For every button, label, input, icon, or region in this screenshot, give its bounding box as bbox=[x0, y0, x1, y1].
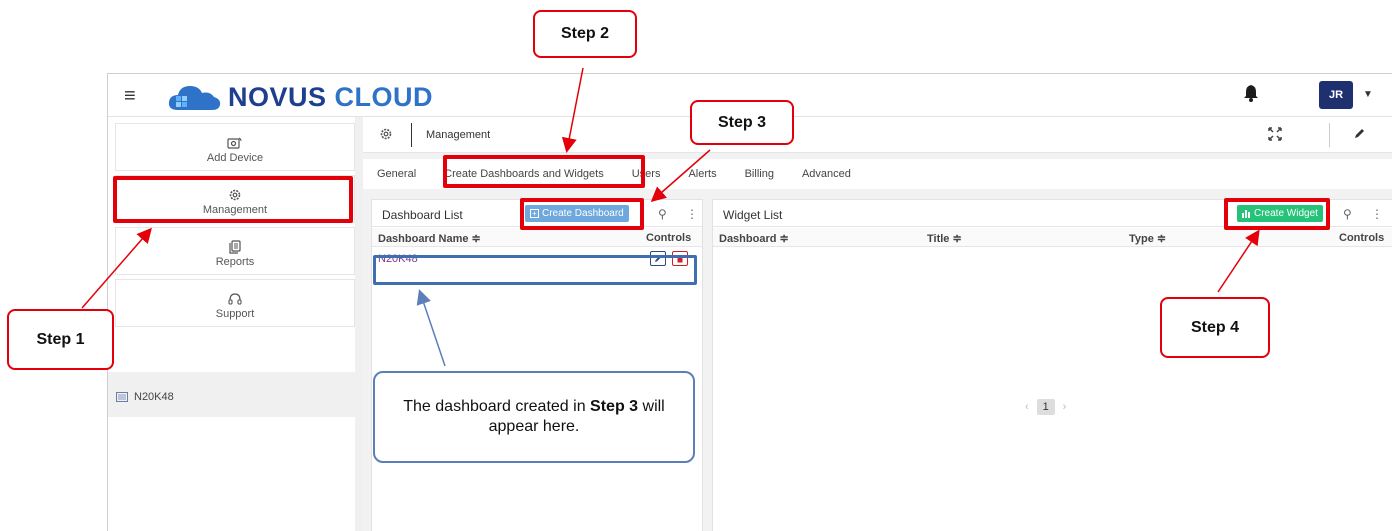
step1-callout: Step 1 bbox=[7, 309, 114, 370]
tab-alerts[interactable]: Alerts bbox=[674, 159, 730, 189]
search-icon[interactable]: ⚲ bbox=[1343, 207, 1352, 221]
tab-general[interactable]: General bbox=[363, 159, 430, 189]
column-header[interactable]: Dashboard ≑ bbox=[719, 232, 789, 245]
screenshot: ≡ novus cloud JR ▼ bbox=[0, 0, 1392, 531]
breadcrumb: Management bbox=[363, 117, 1392, 153]
tab-billing[interactable]: Billing bbox=[731, 159, 788, 189]
breadcrumb-divider bbox=[1329, 123, 1330, 147]
panel-title: Widget List bbox=[723, 208, 783, 222]
widget-list-panel: Widget List Create Widget ⚲ ⋮ Dashboard … bbox=[712, 199, 1392, 531]
column-header: Controls bbox=[646, 232, 692, 244]
pencil-icon[interactable] bbox=[1353, 127, 1366, 140]
search-icon[interactable]: ⚲ bbox=[658, 207, 667, 221]
logo-text: novus cloud bbox=[228, 82, 433, 113]
headset-icon bbox=[228, 293, 242, 305]
device-icon bbox=[227, 137, 242, 149]
sidebar-item-support[interactable]: Support bbox=[115, 279, 355, 327]
avatar[interactable]: JR bbox=[1319, 81, 1353, 109]
gear-icon bbox=[380, 128, 392, 140]
chevron-down-icon[interactable]: ▼ bbox=[1363, 89, 1373, 100]
device-name: N20K48 bbox=[134, 391, 174, 403]
note-text-bold: Step 3 bbox=[590, 398, 639, 415]
breadcrumb-divider bbox=[411, 123, 412, 147]
step1-highlight bbox=[113, 176, 353, 223]
logo: novus cloud bbox=[166, 80, 433, 114]
sidebar-item-reports[interactable]: Reports bbox=[115, 227, 355, 275]
step2-callout: Step 2 bbox=[533, 10, 637, 58]
step4-highlight bbox=[1224, 198, 1330, 230]
note-text-part1: The dashboard created in bbox=[403, 398, 591, 415]
dashboard-row-highlight bbox=[373, 255, 697, 285]
step4-callout: Step 4 bbox=[1160, 297, 1270, 358]
prev-page-button[interactable]: ‹ bbox=[1025, 401, 1029, 413]
step3-callout: Step 3 bbox=[690, 100, 794, 145]
pagination: ‹ 1 › bbox=[1025, 399, 1066, 415]
sidebar-item-label: Support bbox=[215, 308, 255, 320]
device-list-item[interactable]: N20K48 bbox=[116, 391, 174, 403]
page-number-button[interactable]: 1 bbox=[1036, 399, 1055, 415]
table-header: Dashboard ≑ Title ≑ Type ≑ Controls bbox=[713, 228, 1392, 247]
sidebar-item-add-device[interactable]: Add Device bbox=[115, 123, 355, 171]
keyboard-icon bbox=[116, 392, 128, 402]
sidebar-item-label: Reports bbox=[215, 256, 255, 268]
step2-highlight bbox=[443, 155, 645, 188]
bell-icon[interactable] bbox=[1243, 84, 1259, 102]
column-header[interactable]: Type ≑ bbox=[1129, 232, 1166, 245]
column-header[interactable]: Title ≑ bbox=[927, 232, 962, 245]
reports-icon bbox=[229, 240, 241, 254]
column-header[interactable]: Dashboard Name ≑ bbox=[378, 232, 481, 245]
expand-icon[interactable] bbox=[1268, 127, 1282, 141]
tab-advanced[interactable]: Advanced bbox=[788, 159, 865, 189]
next-page-button[interactable]: › bbox=[1063, 401, 1067, 413]
note-text: The dashboard created in Step 3 will app… bbox=[385, 397, 683, 437]
more-vertical-icon[interactable]: ⋮ bbox=[1371, 207, 1383, 221]
step3-highlight bbox=[520, 198, 644, 230]
table-header: Dashboard Name ≑ Controls bbox=[372, 228, 702, 247]
page-title: Management bbox=[426, 129, 491, 141]
dashboard-list-panel: Dashboard List + Create Dashboard ⚲ ⋮ Da… bbox=[371, 199, 703, 531]
note-callout: The dashboard created in Step 3 will app… bbox=[373, 371, 695, 463]
more-vertical-icon[interactable]: ⋮ bbox=[686, 207, 698, 221]
menu-icon[interactable]: ≡ bbox=[124, 85, 136, 108]
cloud-logo-icon bbox=[168, 86, 221, 110]
sidebar-item-label: Add Device bbox=[206, 152, 264, 164]
logo-word-1: novus bbox=[228, 81, 327, 112]
logo-word-2: cloud bbox=[334, 81, 434, 112]
panel-title: Dashboard List bbox=[382, 208, 463, 222]
column-header: Controls bbox=[1339, 232, 1385, 244]
